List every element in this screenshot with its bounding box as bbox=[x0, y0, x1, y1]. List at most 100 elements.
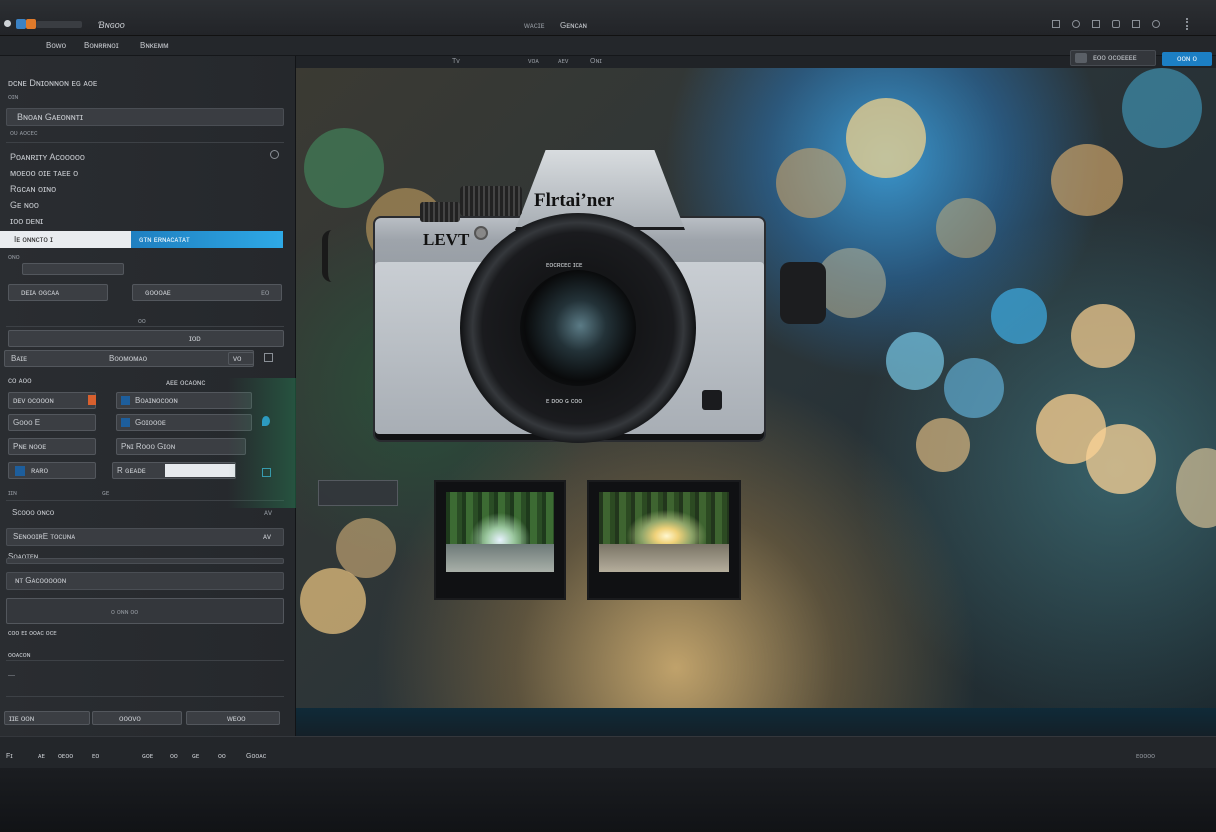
camera-model-text: LEVT bbox=[423, 230, 470, 249]
row-e-field[interactable]: SᴇɴᴏᴏɪʀE ᴛᴏᴄᴜɴᴀ ᴀᴠ bbox=[6, 528, 284, 546]
viewer-tab-4[interactable]: Oɴɪ bbox=[590, 58, 602, 65]
grid-field-l3[interactable]: Pɴᴇ ɴᴏᴏᴇ bbox=[8, 438, 96, 455]
camera-lens-glass bbox=[520, 270, 636, 386]
status-bar: Fɪ ᴀᴇ ᴏᴇᴏᴏ ᴇᴏ ɢᴏᴇ ᴏᴏ ɢᴇ ᴏᴏ Gᴏᴏᴀᴄ ᴇᴏᴏᴏᴏ bbox=[0, 736, 1216, 768]
row-g-field[interactable]: ɴᴛ Gᴀᴄᴏᴏᴏᴏᴏɴ bbox=[6, 572, 284, 590]
grid-label: Goᴏᴏ E bbox=[13, 418, 41, 427]
row-b-field[interactable]: ɪᴏᴅ bbox=[8, 330, 284, 347]
checkbox-icon[interactable] bbox=[121, 396, 130, 405]
menu-item-1[interactable]: Bᴏᴡᴏ bbox=[46, 41, 66, 50]
grid-label: Goɪᴏᴏᴏᴇ bbox=[135, 418, 166, 427]
row-e-end: ᴀᴠ bbox=[263, 532, 271, 541]
title-center-a: ᴡᴀᴄɪᴇ bbox=[524, 21, 545, 30]
row-a-left-label: ᴅᴇɪᴀ ᴏɢᴄᴀᴀ bbox=[21, 288, 60, 297]
row-e-label: SᴇɴᴏᴏɪʀE ᴛᴏᴄᴜɴᴀ bbox=[13, 532, 76, 541]
status-item: Gᴏᴏᴀᴄ bbox=[246, 753, 267, 760]
list-item[interactable]: Pᴏᴀɴʀɪᴛʏ Aᴄᴏᴏᴏᴏᴏ bbox=[10, 152, 85, 162]
checkbox-icon[interactable] bbox=[121, 418, 130, 427]
bokeh-light bbox=[1071, 304, 1135, 368]
thumbnail-image bbox=[599, 492, 729, 572]
row-c-field[interactable]: Bᴀɪᴇ Boᴏᴍᴏᴍᴀᴏ bbox=[4, 350, 254, 367]
bokeh-light bbox=[1051, 144, 1123, 216]
row-d-label: Sᴄᴏᴏᴏ ᴏɴᴄᴏ bbox=[12, 508, 55, 517]
panel-glow bbox=[228, 378, 298, 508]
footer-field-1[interactable]: ɪɪᴇ ᴏᴏɴ bbox=[4, 711, 90, 725]
row-g-label: ɴᴛ Gᴀᴄᴏᴏᴏᴏᴏɴ bbox=[15, 576, 67, 585]
more-icon[interactable] bbox=[1186, 18, 1194, 30]
menu-bar: Bᴏᴡᴏ Boɴʀʀɴᴏɪ Bɴᴋᴇᴍᴍ bbox=[0, 36, 1216, 56]
status-item: ᴇᴏ bbox=[92, 753, 100, 760]
row-a-right-field[interactable]: ɢᴏᴏᴏᴀᴇ ᴇᴏ bbox=[132, 284, 282, 301]
expand-icon[interactable] bbox=[264, 353, 273, 362]
status-item: ᴏᴏ bbox=[170, 753, 178, 760]
field-1-label: Bɴᴏᴀɴ Gᴀᴇᴏɴɴᴛɪ bbox=[17, 112, 84, 122]
title-center-b: Gᴇɴᴄᴀɴ bbox=[560, 21, 587, 30]
settings-icon[interactable] bbox=[1152, 20, 1160, 28]
share-icon[interactable] bbox=[1112, 20, 1120, 28]
small-field[interactable] bbox=[22, 263, 124, 275]
row-k-label: — bbox=[8, 672, 15, 679]
row-h-box[interactable]: ᴏ ᴏɴɴ ᴏᴏ bbox=[6, 598, 284, 624]
list-item[interactable]: ᴍᴏᴇᴏᴏ ᴏɪᴇ ᴛᴀᴇᴇ ᴏ bbox=[10, 168, 78, 178]
viewer-options-label: ᴇᴏᴏ ᴏᴄᴏᴇᴇᴇᴇ bbox=[1093, 53, 1137, 62]
row-i-label: ᴄᴏᴏ ᴇɪ ᴏᴏᴀᴄ ᴏᴄᴇ bbox=[8, 630, 57, 637]
field-1-small: ᴏᴜ ᴀᴏᴄᴇᴄ bbox=[10, 130, 38, 137]
viewer-action-button[interactable]: ᴏᴏɴ ᴏ bbox=[1162, 52, 1212, 66]
grid-label: ʀᴀʀᴏ bbox=[31, 466, 49, 475]
checkbox-icon[interactable] bbox=[15, 466, 25, 476]
divider bbox=[6, 696, 284, 697]
selected-row-value: ɢᴛɴ ᴇʀɴᴀᴄᴀᴛᴀᴛ bbox=[139, 235, 190, 244]
footer-label: ɪɪᴇ ᴏᴏɴ bbox=[9, 714, 35, 723]
overlay-panel bbox=[318, 480, 398, 506]
grid-label: ᴅᴇᴠ ᴏᴄᴏᴏᴏɴ bbox=[13, 396, 54, 405]
camera-button-round bbox=[474, 226, 488, 240]
toggle-icon[interactable] bbox=[270, 150, 279, 159]
window-icon[interactable] bbox=[16, 19, 26, 29]
footer-field-2[interactable]: ᴏᴏᴏᴠᴏ bbox=[92, 711, 182, 725]
viewer-options-button[interactable]: ᴇᴏᴏ ᴏᴄᴏᴇᴇᴇᴇ bbox=[1070, 50, 1156, 66]
status-item: ɢᴇ bbox=[192, 753, 200, 760]
color-icon[interactable] bbox=[26, 19, 36, 29]
grid-field-l2[interactable]: Goᴏᴏ E bbox=[8, 414, 96, 431]
row-c-end-label: ᴠᴏ bbox=[233, 354, 242, 363]
field-1[interactable]: Bɴᴏᴀɴ Gᴀᴇᴏɴɴᴛɪ bbox=[6, 108, 284, 126]
toolbar-slot[interactable] bbox=[36, 21, 82, 28]
list-item[interactable]: Gᴇ ɴᴏᴏ bbox=[10, 200, 39, 210]
divider bbox=[6, 142, 284, 143]
camera-dial bbox=[460, 186, 522, 216]
row-a-left-field[interactable]: ᴅᴇɪᴀ ᴏɢᴄᴀᴀ bbox=[8, 284, 108, 301]
thumbnail-1[interactable] bbox=[434, 480, 566, 600]
slider-track[interactable] bbox=[165, 464, 235, 477]
thumbnail-2[interactable] bbox=[587, 480, 741, 600]
viewer-tab-3[interactable]: ᴀᴇᴠ bbox=[558, 58, 568, 65]
viewer-tab-2[interactable]: ᴠᴏᴀ bbox=[528, 58, 539, 65]
app-name: Ɓɴɢᴏᴏ bbox=[98, 20, 125, 30]
viewer-bottom-bar bbox=[296, 708, 1216, 736]
grid-field-r4[interactable]: R ɢᴇᴀᴅᴇ bbox=[112, 462, 236, 479]
row-c-end-field[interactable]: ᴠᴏ bbox=[228, 352, 254, 365]
bokeh-light bbox=[816, 248, 886, 318]
panel-icon[interactable] bbox=[1132, 20, 1140, 28]
grid-field-l4[interactable]: ʀᴀʀᴏ bbox=[8, 462, 96, 479]
footer-field-3[interactable]: ᴡᴇᴏᴏ bbox=[186, 711, 280, 725]
list-item[interactable]: ɪᴏᴏ ᴅᴇɴɪ bbox=[10, 216, 43, 226]
list-item[interactable]: Rɢᴄᴀɴ ᴏɪɴᴏ bbox=[10, 184, 56, 194]
thumbnail-image bbox=[446, 492, 554, 572]
title-bar: Ɓɴɢᴏᴏ ᴡᴀᴄɪᴇ Gᴇɴᴄᴀɴ bbox=[0, 0, 1216, 36]
info-icon[interactable] bbox=[1072, 20, 1080, 28]
row-a-end-label: ᴇᴏ bbox=[261, 288, 270, 297]
after-grid-right: ɢᴇ bbox=[102, 490, 110, 497]
grid-field-r3[interactable]: Pɴɪ Roᴏᴏ Gɪᴏɴ bbox=[116, 438, 246, 455]
grid-icon[interactable] bbox=[1092, 20, 1100, 28]
bokeh-light bbox=[916, 418, 970, 472]
grid-field-l1[interactable]: ᴅᴇᴠ ᴏᴄᴏᴏᴏɴ bbox=[8, 392, 96, 409]
row-f-bar bbox=[6, 558, 284, 564]
row-c-left-label: Bᴀɪᴇ bbox=[11, 354, 28, 363]
layout-icon[interactable] bbox=[1052, 20, 1060, 28]
menu-item-3[interactable]: Bɴᴋᴇᴍᴍ bbox=[140, 41, 169, 50]
bokeh-light bbox=[936, 198, 996, 258]
menu-item-2[interactable]: Boɴʀʀɴᴏɪ bbox=[84, 41, 119, 50]
selected-row[interactable]: Iᴇ ᴏɴɴᴄᴛᴏ ɪ ɢᴛɴ ᴇʀɴᴀᴄᴀᴛᴀᴛ bbox=[0, 231, 283, 248]
viewer-tab-1[interactable]: Tv bbox=[452, 58, 460, 65]
camera-strap-right bbox=[780, 262, 826, 324]
